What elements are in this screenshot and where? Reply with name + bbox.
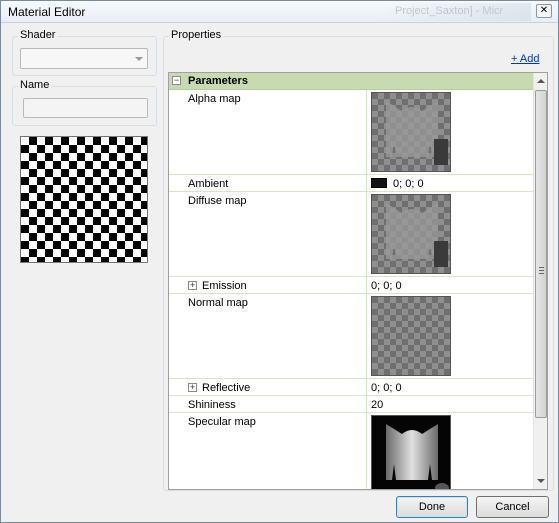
material-preview-image [20,136,148,263]
row-name: Shininess [188,399,236,411]
reflective-value[interactable]: 0; 0; 0 [371,382,402,394]
category-label: Parameters [188,75,248,87]
specular-map-thumbnail[interactable] [371,415,451,489]
expand-icon[interactable]: + [188,281,197,290]
close-icon[interactable]: ✕ [536,4,552,18]
name-label: Name [18,79,52,91]
background-window-title: Project_Saxton] - Micr [381,3,531,21]
row-emission[interactable]: + Emission 0; 0; 0 [169,277,533,294]
row-name: Reflective [202,382,251,394]
ambient-value[interactable]: 0; 0; 0 [371,178,424,190]
row-name: Specular map [188,416,256,428]
diffuse-map-thumbnail[interactable] [371,194,451,274]
normal-map-thumbnail[interactable] [371,296,451,376]
category-parameters[interactable]: − Parameters [169,73,533,90]
row-reflective[interactable]: + Reflective 0; 0; 0 [169,379,533,396]
window-title: Material Editor [8,5,86,19]
vertical-scrollbar[interactable] [533,73,547,489]
properties-label: Properties [169,29,224,41]
name-field[interactable] [23,98,148,118]
add-property-link[interactable]: + Add [511,53,539,65]
row-shininess[interactable]: Shininess 20 [169,396,533,413]
row-name: Diffuse map [188,195,247,207]
chevron-down-icon [135,57,143,61]
collapse-icon[interactable]: − [172,76,181,85]
row-name: Normal map [188,297,248,309]
row-alpha-map[interactable]: Alpha map [169,90,533,175]
done-button[interactable]: Done [396,496,468,518]
grip-icon [539,267,544,274]
shader-dropdown[interactable] [20,48,148,69]
row-name: Alpha map [188,93,241,105]
row-name: Ambient [188,178,229,190]
alpha-map-thumbnail[interactable] [371,92,451,172]
row-specular-map[interactable]: Specular map [169,413,533,489]
title-bar[interactable]: Material Editor Project_Saxton] - Micr ✕ [1,1,558,23]
scroll-up-icon[interactable] [537,79,545,83]
row-name: Emission [202,280,247,292]
shader-label: Shader [18,29,58,41]
scroll-down-icon[interactable] [537,479,545,483]
cancel-button[interactable]: Cancel [476,496,549,518]
scrollbar-thumb[interactable] [535,90,547,418]
emission-value[interactable]: 0; 0; 0 [371,280,402,292]
material-editor-window: Material Editor Project_Saxton] - Micr ✕… [0,0,559,523]
property-grid: − Parameters Alpha map Ambient 0; 0; 0 D… [168,72,548,490]
texture-figure-icon [386,203,448,267]
expand-icon[interactable]: + [188,383,197,392]
color-swatch [371,178,387,188]
row-diffuse-map[interactable]: Diffuse map [169,192,533,277]
texture-figure-icon [386,424,449,489]
shininess-value[interactable]: 20 [371,399,383,411]
row-ambient[interactable]: Ambient 0; 0; 0 [169,175,533,192]
texture-figure-icon [386,101,448,165]
row-normal-map[interactable]: Normal map [169,294,533,379]
